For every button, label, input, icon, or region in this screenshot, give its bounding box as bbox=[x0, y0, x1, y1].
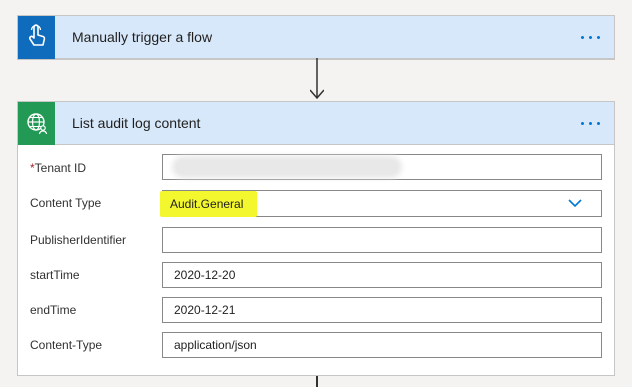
action-more-options-button[interactable] bbox=[570, 113, 610, 133]
field-label-tenant-id: *Tenant ID bbox=[30, 161, 87, 175]
chevron-down-icon[interactable] bbox=[567, 197, 583, 209]
end-time-input[interactable]: 2020-12-21 bbox=[162, 297, 602, 323]
start-time-input[interactable]: 2020-12-20 bbox=[162, 262, 602, 288]
connector-line bbox=[316, 376, 318, 387]
content-type-header-input[interactable]: application/json bbox=[162, 332, 602, 358]
action-card[interactable]: List audit log content *Tenant ID Conten… bbox=[17, 101, 615, 376]
action-card-header[interactable]: List audit log content bbox=[18, 101, 614, 145]
field-label-content-type-header: Content-Type bbox=[30, 338, 103, 352]
field-label-start-time: startTime bbox=[30, 268, 80, 282]
trigger-card-title: Manually trigger a flow bbox=[72, 29, 213, 45]
field-label-content-type: Content Type bbox=[30, 196, 102, 210]
connector-arrow-icon bbox=[310, 58, 324, 100]
action-icon-box bbox=[18, 101, 55, 145]
trigger-card[interactable]: Manually trigger a flow bbox=[17, 15, 615, 60]
field-label-publisher-identifier: PublisherIdentifier bbox=[30, 233, 127, 247]
dot-icon bbox=[588, 35, 592, 39]
field-label-end-time: endTime bbox=[30, 303, 77, 317]
trigger-more-options-button[interactable] bbox=[570, 27, 610, 47]
redacted-value bbox=[176, 160, 398, 174]
dot-icon bbox=[580, 121, 584, 125]
publisher-identifier-input[interactable] bbox=[162, 227, 602, 253]
content-type-selected-value: Audit.General bbox=[160, 190, 258, 217]
dot-icon bbox=[580, 35, 584, 39]
tenant-id-input[interactable] bbox=[162, 154, 602, 180]
hand-touch-icon bbox=[28, 24, 45, 46]
trigger-card-header[interactable]: Manually trigger a flow bbox=[18, 15, 614, 59]
dot-icon bbox=[596, 121, 600, 125]
dot-icon bbox=[588, 121, 592, 125]
dot-icon bbox=[596, 35, 600, 39]
trigger-icon-box bbox=[18, 15, 55, 59]
globe-user-icon bbox=[26, 113, 47, 135]
action-card-title: List audit log content bbox=[72, 115, 201, 131]
content-type-dropdown[interactable]: Audit.General bbox=[160, 190, 602, 217]
